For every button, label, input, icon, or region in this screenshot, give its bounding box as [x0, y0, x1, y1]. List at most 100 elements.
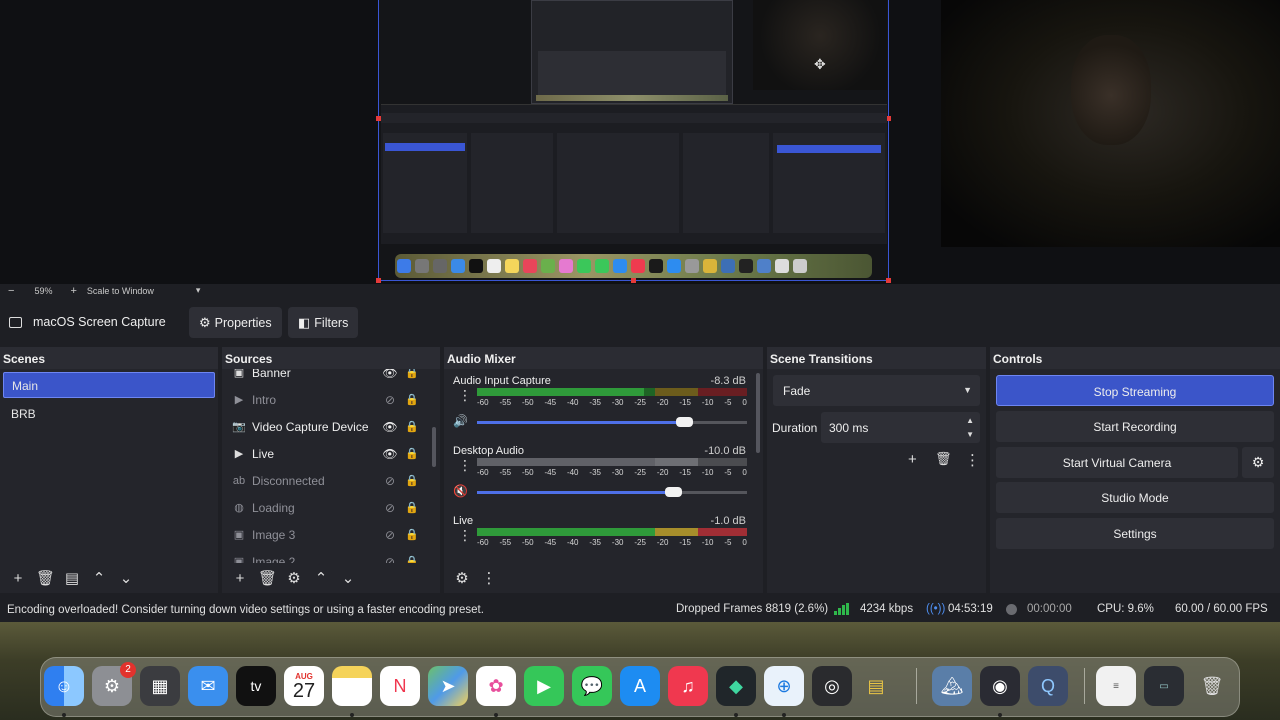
scale-mode-select[interactable]: Scale to Window: [87, 286, 154, 296]
source-item[interactable]: ▶ Intro ⊘ 🔒: [222, 386, 432, 413]
volume-slider[interactable]: [477, 487, 747, 497]
properties-button[interactable]: ⚙ Properties: [189, 307, 282, 338]
lock-icon[interactable]: 🔒: [404, 528, 420, 541]
scene-filters-icon[interactable]: ▤: [63, 569, 81, 587]
filters-button[interactable]: ◧ Filters: [288, 307, 359, 338]
source-item[interactable]: ▣ Image 2 ⊘ 🔒: [222, 548, 432, 564]
preview-canvas[interactable]: [376, 0, 891, 283]
system-settings-icon[interactable]: ⚙ 2: [92, 662, 136, 706]
resize-handle[interactable]: [376, 278, 381, 283]
running-indicator: [782, 713, 786, 717]
calendar-icon[interactable]: AUG 27: [284, 666, 324, 706]
hidden-eye-icon[interactable]: ⊘: [382, 555, 398, 564]
source-item[interactable]: 📷 Video Capture Device 👁 🔒: [222, 413, 432, 440]
finder-icon[interactable]: ☺: [44, 666, 84, 706]
decrement-arrow-icon[interactable]: ▼: [966, 430, 974, 439]
virtual-camera-settings-gear-icon[interactable]: ⚙: [1242, 447, 1274, 478]
quicktime-icon[interactable]: Q: [1028, 666, 1068, 706]
move-down-icon[interactable]: ⌄: [117, 569, 135, 587]
editor-app-icon[interactable]: ◆: [716, 666, 756, 706]
stop-streaming-button[interactable]: Stop Streaming: [996, 375, 1274, 406]
hidden-eye-icon[interactable]: ⊘: [382, 474, 398, 488]
notes-icon[interactable]: [332, 666, 372, 706]
studio-mode-button[interactable]: Studio Mode: [996, 482, 1274, 513]
document-thumbnail-icon[interactable]: ≡: [1096, 666, 1136, 706]
visibility-eye-icon[interactable]: 👁: [382, 369, 398, 380]
apple-tv-icon[interactable]: tv: [236, 666, 276, 706]
mail-icon[interactable]: ✉: [188, 666, 228, 706]
move-up-icon[interactable]: ⌃: [90, 569, 108, 587]
visibility-eye-icon[interactable]: 👁: [382, 420, 398, 434]
duration-spinbox[interactable]: 300 ms ▲ ▼: [821, 412, 980, 443]
transition-select[interactable]: Fade ▼: [773, 375, 980, 406]
increment-arrow-icon[interactable]: ▲: [966, 416, 974, 425]
remove-source-icon[interactable]: 🗑: [258, 569, 277, 587]
settings-button[interactable]: Settings: [996, 518, 1274, 549]
more-options-icon[interactable]: ⋮: [458, 388, 472, 402]
start-recording-button[interactable]: Start Recording: [996, 411, 1274, 442]
document-icon[interactable]: ▤: [856, 666, 896, 706]
chevron-down-icon[interactable]: ▾: [196, 285, 201, 296]
preview-area[interactable]: ✥: [0, 0, 1280, 284]
start-virtual-camera-button[interactable]: Start Virtual Camera: [996, 447, 1238, 478]
app-store-icon[interactable]: A: [620, 666, 660, 706]
source-properties-gear-icon[interactable]: ⚙: [285, 569, 303, 587]
preview-app-icon[interactable]: 🏔: [932, 666, 972, 706]
speaker-muted-icon[interactable]: 🔇: [453, 484, 468, 498]
calculator-icon[interactable]: ▦: [140, 666, 180, 706]
maps-icon[interactable]: ➤: [428, 666, 468, 706]
lock-icon[interactable]: 🔒: [404, 474, 420, 487]
source-item[interactable]: ▣ Image 3 ⊘ 🔒: [222, 521, 432, 548]
add-source-icon[interactable]: +: [231, 570, 249, 587]
mixer-scrollbar[interactable]: [756, 373, 760, 453]
disk-utility-icon[interactable]: ◎: [812, 666, 852, 706]
lock-icon[interactable]: 🔒: [404, 393, 420, 406]
hidden-eye-icon[interactable]: ⊘: [382, 501, 398, 515]
remove-transition-icon[interactable]: 🗑: [935, 451, 952, 467]
zoom-out-button[interactable]: −: [8, 285, 14, 297]
safari-icon[interactable]: ⊕: [764, 666, 804, 706]
volume-slider[interactable]: [477, 417, 747, 427]
move-up-icon[interactable]: ⌃: [312, 569, 330, 587]
more-options-icon[interactable]: ⋮: [458, 528, 472, 542]
volume-meter: [477, 458, 747, 466]
more-options-icon[interactable]: ⋮: [458, 458, 472, 472]
visibility-eye-icon[interactable]: 👁: [382, 447, 398, 461]
source-item[interactable]: ▶ Live 👁 🔒: [222, 440, 432, 467]
notification-badge: 2: [120, 662, 136, 678]
photos-icon[interactable]: ✿: [476, 666, 516, 706]
dropped-frames: Dropped Frames 8819 (2.6%): [676, 603, 829, 615]
lock-icon[interactable]: 🔒: [404, 555, 420, 563]
facetime-icon[interactable]: ▶: [524, 666, 564, 706]
lock-icon[interactable]: 🔒: [404, 447, 420, 460]
add-transition-icon[interactable]: +: [908, 451, 917, 468]
lock-icon[interactable]: 🔒: [404, 420, 420, 433]
speaker-icon[interactable]: 🔊: [453, 414, 468, 428]
more-options-icon[interactable]: ⋮: [480, 569, 498, 587]
resize-handle[interactable]: [631, 278, 636, 283]
lock-icon[interactable]: 🔒: [404, 501, 420, 514]
move-down-icon[interactable]: ⌄: [339, 569, 357, 587]
trash-icon[interactable]: 🗑: [1192, 666, 1232, 706]
source-item[interactable]: ▣ Banner 👁 🔒: [222, 369, 432, 386]
music-icon[interactable]: ♫: [668, 666, 708, 706]
lock-icon[interactable]: 🔒: [404, 369, 420, 379]
hidden-eye-icon[interactable]: ⊘: [382, 393, 398, 407]
resize-handle[interactable]: [886, 278, 891, 283]
add-scene-icon[interactable]: +: [9, 570, 27, 587]
advanced-audio-gear-icon[interactable]: ⚙: [453, 569, 471, 587]
scene-item-main[interactable]: Main: [3, 372, 215, 398]
sources-scrollbar[interactable]: [432, 427, 436, 467]
scenes-dock: Scenes Main BRB + 🗑 ▤ ⌃ ⌄: [0, 347, 218, 593]
source-item[interactable]: ◍ Loading ⊘ 🔒: [222, 494, 432, 521]
remove-scene-icon[interactable]: 🗑: [36, 569, 55, 587]
scene-item-brb[interactable]: BRB: [3, 401, 215, 427]
hidden-eye-icon[interactable]: ⊘: [382, 528, 398, 542]
zoom-in-button[interactable]: +: [70, 285, 76, 297]
more-options-icon[interactable]: ⋮: [965, 451, 980, 469]
messages-icon[interactable]: 💬: [572, 666, 612, 706]
screenshot-thumbnail-icon[interactable]: ▭: [1144, 666, 1184, 706]
obs-icon[interactable]: ◉: [980, 666, 1020, 706]
source-item[interactable]: ab Disconnected ⊘ 🔒: [222, 467, 432, 494]
news-icon[interactable]: N: [380, 666, 420, 706]
